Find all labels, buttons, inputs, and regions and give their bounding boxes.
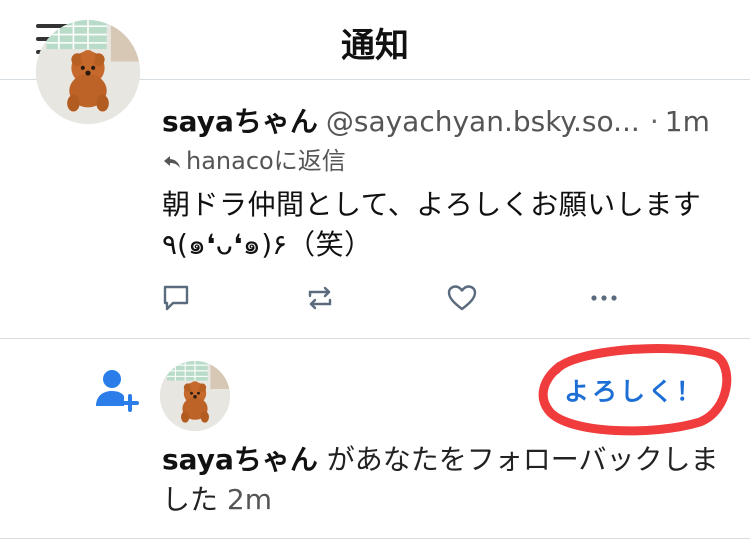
follower-avatar[interactable] bbox=[160, 361, 230, 431]
reply-arrow-icon bbox=[162, 149, 182, 169]
post-header: sayaちゃん @sayachyan.bsky.so... · 1m bbox=[162, 102, 722, 142]
post-text: 朝ドラ仲間として、よろしくお願いします٩(๑❛ᴗ❛๑)۶（笑） bbox=[162, 188, 702, 261]
reply-to-label[interactable]: hanacoに返信 bbox=[162, 146, 346, 176]
follower-name[interactable]: sayaちゃん bbox=[162, 443, 318, 476]
follow-notification-text: sayaちゃん があなたをフォローバックしました 2m bbox=[162, 440, 722, 520]
separator-dot: · bbox=[649, 105, 659, 138]
comment-icon[interactable] bbox=[160, 282, 192, 314]
reply-to-text: hanacoに返信 bbox=[186, 147, 346, 175]
post-time: 1m bbox=[664, 105, 710, 138]
follow-back-label: よろしく！ bbox=[563, 377, 704, 406]
follow-back-button[interactable]: よろしく！ bbox=[534, 340, 734, 436]
avatar[interactable] bbox=[36, 20, 140, 124]
divider bbox=[0, 538, 750, 539]
repost-icon[interactable] bbox=[304, 282, 336, 314]
user-handle[interactable]: @sayachyan.bsky.so... bbox=[326, 105, 640, 138]
more-icon[interactable] bbox=[588, 282, 620, 314]
follow-time: 2m bbox=[226, 483, 272, 516]
person-add-icon bbox=[92, 366, 140, 414]
heart-icon[interactable] bbox=[446, 282, 478, 314]
post-actions bbox=[160, 282, 640, 318]
display-name[interactable]: sayaちゃん bbox=[162, 105, 318, 138]
